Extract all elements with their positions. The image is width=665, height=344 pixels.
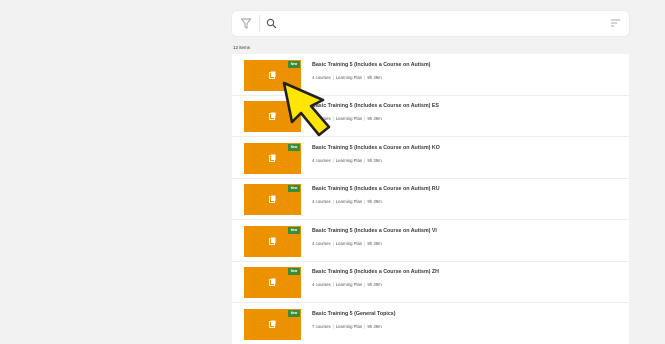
item-meta: 4 courses|Learning Plan|9h 39m xyxy=(312,158,382,163)
learning-plan-icon xyxy=(269,195,276,203)
item-course-count: 4 courses xyxy=(312,241,331,246)
item-meta: 4 courses|Learning Plan|9h 39m xyxy=(312,241,382,246)
item-duration: 9h 39m xyxy=(367,324,382,329)
results-count: 12 items xyxy=(233,45,251,50)
learning-plan-icon xyxy=(269,71,276,79)
item-title[interactable]: Basic Training 5 (Includes a Course on A… xyxy=(312,186,440,192)
learning-plan-icon xyxy=(269,112,276,120)
list-item[interactable]: New Basic Training 5 (General Topics) 7 … xyxy=(232,303,629,344)
filter-icon[interactable] xyxy=(241,18,251,29)
item-duration: 9h 39m xyxy=(367,199,382,204)
learning-plan-icon xyxy=(269,278,276,286)
item-title[interactable]: Basic Training 5 (Includes a Course on A… xyxy=(312,145,440,151)
search-bar xyxy=(232,11,629,36)
new-badge: New xyxy=(288,310,300,317)
item-type: Learning Plan xyxy=(335,241,363,246)
new-badge: New xyxy=(288,185,300,192)
item-title[interactable]: Basic Training 5 (Includes a Course on A… xyxy=(312,62,430,68)
item-duration: 9h 39m xyxy=(367,158,382,163)
cursor-arrow-icon xyxy=(282,81,331,137)
learning-plan-icon xyxy=(269,154,276,162)
item-type: Learning Plan xyxy=(335,324,363,329)
item-course-count: 4 courses xyxy=(312,158,331,163)
item-type: Learning Plan xyxy=(335,282,363,287)
new-badge: New xyxy=(288,144,300,151)
item-thumbnail[interactable]: New xyxy=(244,143,301,174)
item-thumbnail[interactable]: New xyxy=(244,184,301,215)
sort-icon[interactable] xyxy=(610,18,621,29)
item-duration: 9h 39m xyxy=(367,241,382,246)
list-item[interactable]: New Basic Training 5 (Includes a Course … xyxy=(232,137,629,179)
item-course-count: 4 courses xyxy=(312,199,331,204)
item-meta: 4 courses|Learning Plan|9h 39m xyxy=(312,282,382,287)
item-title[interactable]: Basic Training 5 (Includes a Course on A… xyxy=(312,269,439,275)
item-title[interactable]: Basic Training 5 (General Topics) xyxy=(312,311,396,317)
item-type: Learning Plan xyxy=(335,199,363,204)
learning-plan-icon xyxy=(269,237,276,245)
list-item[interactable]: New Basic Training 5 (Includes a Course … xyxy=(232,220,629,262)
item-thumbnail[interactable]: New xyxy=(244,226,301,257)
item-duration: 9h 39m xyxy=(367,116,382,121)
item-duration: 9h 39m xyxy=(367,75,382,80)
item-meta: 4 courses|Learning Plan|9h 39m xyxy=(312,199,382,204)
list-item[interactable]: New Basic Training 5 (Includes a Course … xyxy=(232,178,629,220)
item-course-count: 7 courses xyxy=(312,324,331,329)
item-title[interactable]: Basic Training 5 (Includes a Course on A… xyxy=(312,228,437,234)
item-duration: 9h 39m xyxy=(367,282,382,287)
item-type: Learning Plan xyxy=(335,75,363,80)
new-badge: New xyxy=(288,227,300,234)
item-meta: 7 courses | Learning Plan | 9h 39m xyxy=(312,324,382,329)
item-thumbnail[interactable]: New xyxy=(244,309,301,340)
item-type: Learning Plan xyxy=(335,158,363,163)
item-thumbnail[interactable]: New xyxy=(244,267,301,298)
search-divider xyxy=(259,15,260,32)
list-item[interactable]: New Basic Training 5 (Includes a Course … xyxy=(232,261,629,303)
learning-plan-icon xyxy=(269,320,276,328)
new-badge: New xyxy=(288,61,300,68)
item-course-count: 4 courses xyxy=(312,282,331,287)
search-input[interactable] xyxy=(280,15,600,32)
search-icon xyxy=(266,18,277,29)
item-type: Learning Plan xyxy=(335,116,363,121)
new-badge: New xyxy=(288,268,300,275)
